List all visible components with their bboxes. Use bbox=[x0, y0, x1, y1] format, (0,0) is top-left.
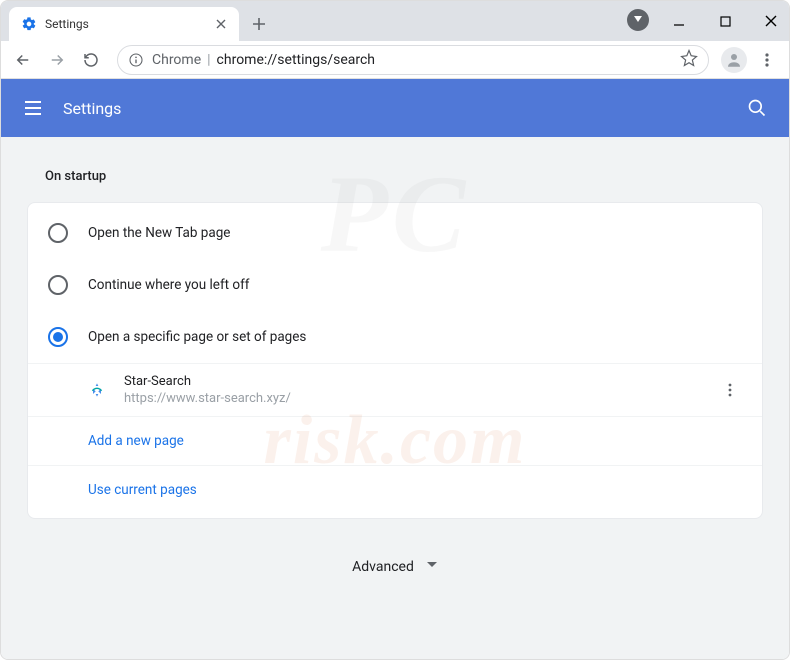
tab-title: Settings bbox=[45, 17, 89, 31]
back-button[interactable] bbox=[9, 46, 37, 74]
settings-title: Settings bbox=[63, 99, 121, 118]
startup-page-url: https://www.star-search.xyz/ bbox=[124, 391, 291, 406]
use-current-pages-link[interactable]: Use current pages bbox=[28, 465, 762, 514]
profile-avatar[interactable] bbox=[721, 47, 747, 73]
radio-specific-page[interactable]: Open a specific page or set of pages bbox=[28, 311, 762, 363]
tab-strip: Settings bbox=[1, 1, 789, 41]
settings-header: Settings bbox=[1, 79, 789, 137]
content: PC risk.com On startup Open the New Tab … bbox=[1, 137, 789, 619]
maximize-button[interactable] bbox=[713, 9, 737, 33]
minimize-button[interactable] bbox=[667, 9, 691, 33]
startup-page-name: Star-Search bbox=[124, 374, 291, 389]
browser-tab-settings[interactable]: Settings bbox=[9, 7, 239, 41]
close-window-button[interactable] bbox=[759, 9, 783, 33]
radio-icon bbox=[48, 275, 68, 295]
reload-button[interactable] bbox=[77, 46, 105, 74]
url-path: chrome://settings/search bbox=[217, 52, 375, 68]
advanced-label: Advanced bbox=[352, 559, 414, 575]
page-favicon-icon bbox=[88, 381, 106, 399]
chevron-down-icon bbox=[426, 559, 438, 575]
close-tab-icon[interactable] bbox=[213, 16, 229, 32]
url-separator: | bbox=[207, 52, 210, 68]
radio-continue[interactable]: Continue where you left off bbox=[28, 259, 762, 311]
window-controls bbox=[667, 1, 783, 41]
radio-open-new-tab[interactable]: Open the New Tab page bbox=[28, 207, 762, 259]
new-tab-button[interactable] bbox=[245, 10, 273, 38]
bookmark-star-icon[interactable] bbox=[680, 49, 698, 71]
radio-icon bbox=[48, 223, 68, 243]
settings-gear-icon bbox=[21, 16, 37, 32]
address-bar[interactable]: Chrome | chrome://settings/search bbox=[117, 45, 709, 75]
startup-card: Open the New Tab page Continue where you… bbox=[27, 202, 763, 519]
startup-page-row: Star-Search https://www.star-search.xyz/ bbox=[28, 363, 762, 416]
radio-label: Continue where you left off bbox=[88, 277, 250, 293]
extension-badge-icon[interactable] bbox=[627, 9, 649, 31]
search-icon[interactable] bbox=[743, 94, 771, 122]
content-scroll-area[interactable]: PC risk.com On startup Open the New Tab … bbox=[1, 137, 789, 660]
browser-menu-icon[interactable] bbox=[753, 46, 781, 74]
browser-toolbar: Chrome | chrome://settings/search bbox=[1, 41, 789, 79]
page-more-icon[interactable] bbox=[718, 378, 742, 402]
radio-label: Open a specific page or set of pages bbox=[88, 329, 306, 345]
site-info-icon[interactable] bbox=[128, 52, 144, 68]
radio-icon-selected bbox=[48, 327, 68, 347]
page-info: Star-Search https://www.star-search.xyz/ bbox=[124, 374, 291, 406]
advanced-toggle[interactable]: Advanced bbox=[27, 519, 763, 595]
forward-button[interactable] bbox=[43, 46, 71, 74]
hamburger-menu-icon[interactable] bbox=[19, 94, 47, 122]
url-origin: Chrome bbox=[152, 52, 201, 68]
add-new-page-link[interactable]: Add a new page bbox=[28, 416, 762, 465]
radio-label: Open the New Tab page bbox=[88, 225, 230, 241]
section-title: On startup bbox=[45, 169, 757, 184]
